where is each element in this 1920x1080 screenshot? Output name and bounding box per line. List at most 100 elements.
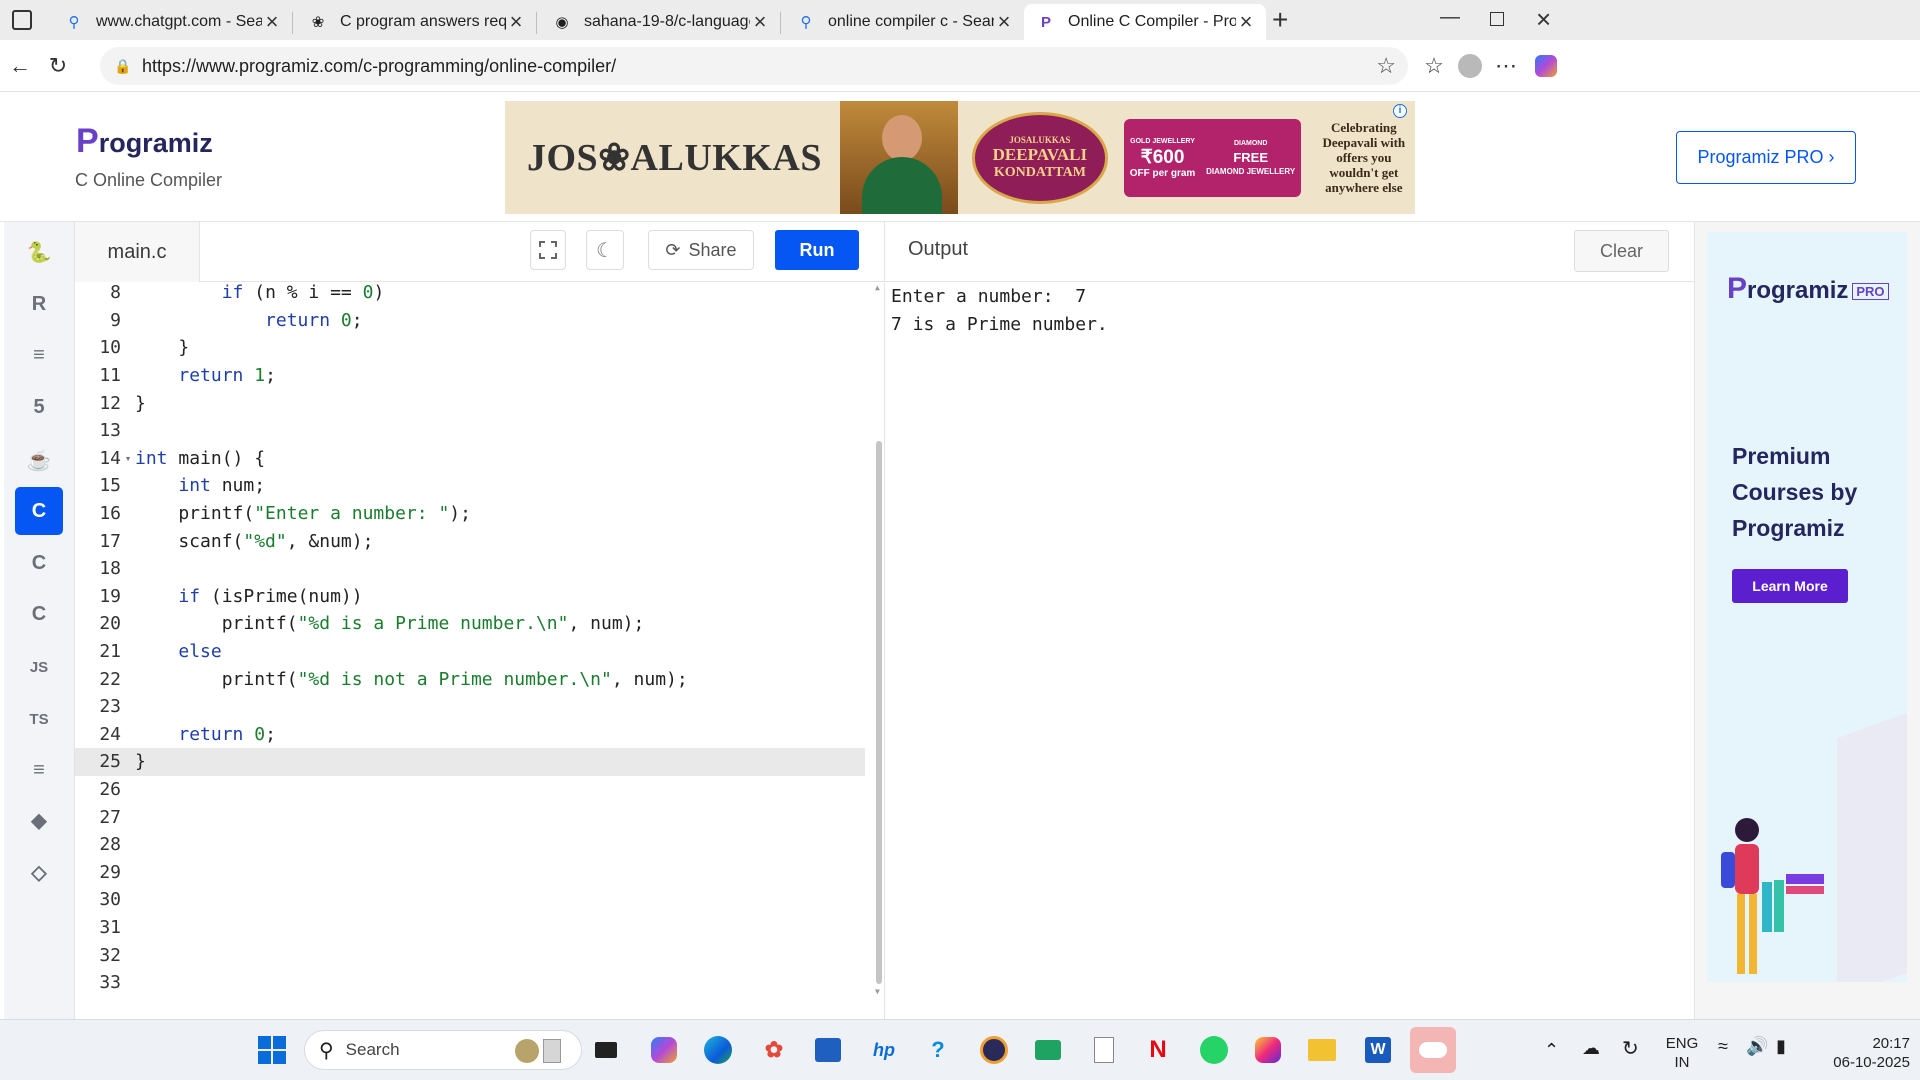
close-icon[interactable]: × bbox=[750, 9, 770, 35]
scroll-down-arrow[interactable]: ▼ bbox=[875, 987, 880, 996]
code-line[interactable]: 18 bbox=[75, 555, 865, 583]
close-icon[interactable]: × bbox=[1236, 9, 1256, 35]
back-icon[interactable]: ← bbox=[4, 50, 36, 82]
file-tab-main-c[interactable]: main.c bbox=[75, 222, 200, 282]
scroll-up-arrow[interactable]: ▲ bbox=[875, 283, 880, 292]
learn-more-button[interactable]: Learn More bbox=[1732, 569, 1848, 603]
code-line[interactable]: 19 if (isPrime(num)) bbox=[75, 583, 865, 611]
code-line[interactable]: 22 printf("%d is not a Prime number.\n",… bbox=[75, 665, 865, 693]
browser-tab-2[interactable]: ❀ C program answers request × bbox=[296, 4, 536, 40]
fullscreen-button[interactable] bbox=[530, 230, 566, 270]
browser-tab-5[interactable]: P Online C Compiler - Programiz × bbox=[1024, 4, 1266, 40]
file-explorer-icon[interactable] bbox=[1304, 1032, 1340, 1068]
whatsapp-icon[interactable] bbox=[1196, 1032, 1232, 1068]
code-line[interactable]: 8 if (n % i == 0) bbox=[75, 279, 865, 307]
sync-tray-icon[interactable]: ↻ bbox=[1622, 1036, 1639, 1061]
share-button[interactable]: ⟳ Share bbox=[648, 230, 754, 270]
programiz-logo[interactable]: Programiz bbox=[76, 122, 213, 161]
rail-java-icon[interactable]: ☕ bbox=[15, 436, 63, 484]
copilot-app-icon[interactable] bbox=[646, 1032, 682, 1068]
code-line[interactable]: 28 bbox=[75, 831, 865, 859]
favorites-icon[interactable]: ☆ bbox=[1418, 50, 1450, 82]
rail-r-icon[interactable]: R bbox=[15, 280, 63, 328]
clear-button[interactable]: Clear bbox=[1574, 230, 1669, 272]
code-line[interactable]: 29 bbox=[75, 859, 865, 887]
scroll-thumb[interactable] bbox=[876, 441, 882, 984]
lock-icon[interactable]: 🔒 bbox=[114, 58, 134, 75]
favorite-star-icon[interactable]: ☆ bbox=[1376, 53, 1396, 79]
file-icon[interactable] bbox=[1086, 1032, 1122, 1068]
output-console[interactable]: Enter a number: 7 7 is a Prime number. bbox=[884, 283, 1694, 1019]
rail-html-icon[interactable]: 5 bbox=[15, 383, 63, 431]
ad-info-icon[interactable]: i bbox=[1393, 104, 1407, 118]
code-line[interactable]: 13 bbox=[75, 417, 865, 445]
taskbar-search[interactable]: ⚲ Search bbox=[304, 1030, 582, 1070]
code-line[interactable]: 20 printf("%d is a Prime number.\n", num… bbox=[75, 610, 865, 638]
code-line[interactable]: 30 bbox=[75, 886, 865, 914]
browser-tab-3[interactable]: ◉ sahana-19-8/c-language-program × bbox=[540, 4, 780, 40]
dark-mode-button[interactable]: ☾ bbox=[586, 230, 624, 270]
code-line[interactable]: 21 else bbox=[75, 638, 865, 666]
browser-tab-1[interactable]: ⚲ www.chatgpt.com - Search × bbox=[52, 4, 292, 40]
rail-rust-icon[interactable]: ◇ bbox=[15, 848, 63, 896]
code-line[interactable]: 25} bbox=[75, 748, 865, 776]
rail-js-icon[interactable]: JS bbox=[15, 643, 63, 691]
tab-actions-icon[interactable] bbox=[12, 10, 32, 30]
code-line[interactable]: 15 int num; bbox=[75, 472, 865, 500]
rail-ts-icon[interactable]: TS bbox=[15, 695, 63, 743]
more-menu-icon[interactable]: ⋯ bbox=[1490, 50, 1522, 82]
refresh-icon[interactable]: ↻ bbox=[42, 50, 74, 82]
code-line[interactable]: 26 bbox=[75, 776, 865, 804]
minimize-icon[interactable]: — bbox=[1440, 6, 1460, 29]
edge-icon[interactable] bbox=[700, 1032, 736, 1068]
editor-scrollbar[interactable]: ▲ ▼ bbox=[874, 283, 884, 1019]
close-icon[interactable]: × bbox=[506, 9, 526, 35]
close-icon[interactable]: × bbox=[262, 9, 282, 35]
code-editor[interactable]: ▲ ▼ 8 if (n % i == 0) 9 return 0; 10 } 11 r… bbox=[75, 282, 884, 1019]
eclipse-icon[interactable] bbox=[976, 1032, 1012, 1068]
input-language[interactable]: ENG IN bbox=[1664, 1034, 1700, 1072]
help-icon[interactable]: ? bbox=[920, 1032, 956, 1068]
clock[interactable]: 20:17 06-10-2025 bbox=[1810, 1034, 1910, 1072]
ad-banner[interactable]: JOS❀ALUKKAS JOSALUKKAS DEEPAVALI KONDATT… bbox=[505, 101, 1415, 214]
meet-icon[interactable] bbox=[1030, 1032, 1066, 1068]
fold-arrow-icon[interactable]: ▾ bbox=[121, 452, 135, 465]
onedrive-tray-icon[interactable]: ☁ bbox=[1582, 1038, 1600, 1059]
photos-icon[interactable]: ✿ bbox=[756, 1032, 792, 1068]
run-button[interactable]: Run bbox=[775, 230, 859, 270]
profile-avatar-icon[interactable] bbox=[1454, 50, 1486, 82]
hp-icon[interactable]: hp bbox=[866, 1032, 902, 1068]
new-tab-icon[interactable]: + bbox=[1272, 4, 1288, 36]
word-icon[interactable]: W bbox=[1360, 1032, 1396, 1068]
rail-c-icon[interactable]: C bbox=[15, 487, 63, 535]
wifi-icon[interactable]: ≈ bbox=[1718, 1036, 1728, 1057]
instagram-icon[interactable] bbox=[1250, 1032, 1286, 1068]
code-line[interactable]: 32 bbox=[75, 941, 865, 969]
onedrive-icon[interactable] bbox=[1410, 1027, 1456, 1073]
code-line[interactable]: 9 return 0; bbox=[75, 307, 865, 335]
code-line[interactable]: 27 bbox=[75, 803, 865, 831]
code-line[interactable]: 16 printf("Enter a number: "); bbox=[75, 500, 865, 528]
programiz-pro-button[interactable]: Programiz PRO › bbox=[1676, 131, 1856, 184]
code-line[interactable]: 12} bbox=[75, 389, 865, 417]
rail-python-icon[interactable]: 🐍 bbox=[15, 228, 63, 276]
code-line[interactable]: 23 bbox=[75, 693, 865, 721]
windows-start-icon[interactable] bbox=[254, 1032, 290, 1068]
browser-tab-4[interactable]: ⚲ online compiler c - Search × bbox=[784, 4, 1024, 40]
code-line[interactable]: 31 bbox=[75, 914, 865, 942]
code-line[interactable]: 10 } bbox=[75, 334, 865, 362]
code-line[interactable]: 11 return 1; bbox=[75, 362, 865, 390]
close-window-icon[interactable]: × bbox=[1536, 4, 1551, 35]
volume-icon[interactable]: 🔊 bbox=[1746, 1036, 1768, 1057]
code-line[interactable]: 33 bbox=[75, 969, 865, 997]
restore-icon[interactable] bbox=[1490, 12, 1504, 26]
rail-sql-icon[interactable]: ≡ bbox=[15, 331, 63, 379]
rail-csharp-icon[interactable]: C bbox=[15, 590, 63, 638]
rail-cpp-icon[interactable]: C bbox=[15, 539, 63, 587]
close-icon[interactable]: × bbox=[994, 9, 1014, 35]
rail-go-icon[interactable]: ≡ bbox=[15, 746, 63, 794]
netflix-icon[interactable]: N bbox=[1140, 1032, 1176, 1068]
tray-chevron-icon[interactable]: ⌃ bbox=[1544, 1040, 1559, 1061]
store-icon[interactable] bbox=[810, 1032, 846, 1068]
code-line[interactable]: 14 ▾ int main() { bbox=[75, 445, 865, 473]
